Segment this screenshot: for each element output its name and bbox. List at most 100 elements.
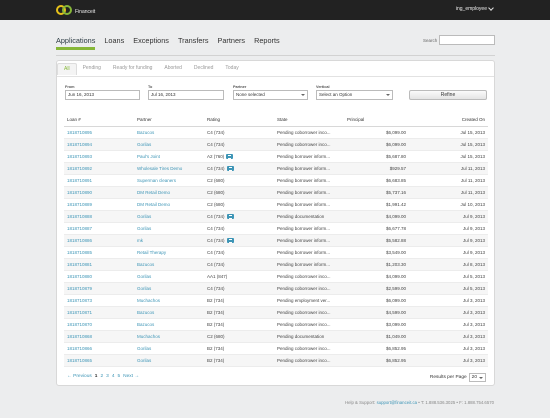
prev-page-link[interactable]: ← Previous: [67, 374, 92, 379]
partner-link[interactable]: DM Retail Demo: [137, 190, 170, 195]
partner-link[interactable]: Gorilas: [137, 286, 151, 291]
loan-number-link[interactable]: 1818710894: [67, 142, 92, 147]
table-row[interactable]: 1818710866 Gorilas B2 (734) Pending coborro…: [64, 342, 488, 355]
rating-value: C4 (734): [207, 261, 225, 267]
loan-number-link[interactable]: 1818710891: [67, 178, 92, 183]
page-4[interactable]: 4: [112, 374, 115, 379]
partner-link[interactable]: Gorilas: [137, 214, 151, 219]
nav-transfers[interactable]: Transfers: [178, 36, 209, 50]
partner-link[interactable]: Retail Therapy: [137, 250, 166, 255]
table-row[interactable]: 1818710894 Gorilas C4 (734) Pending coborro…: [64, 138, 488, 151]
refine-button[interactable]: Refine: [409, 90, 487, 100]
credit-report-icon[interactable]: [226, 153, 234, 159]
nav-partners[interactable]: Partners: [218, 36, 246, 50]
tab-today[interactable]: Today: [219, 63, 244, 75]
search-input[interactable]: [439, 35, 496, 45]
loan-number-link[interactable]: 1818710870: [67, 322, 92, 327]
credit-report-icon[interactable]: [226, 213, 234, 219]
table-row[interactable]: 1818710870 Bazucos B2 (734) Pending coborro…: [64, 318, 488, 331]
partner-link[interactable]: Gorilas: [137, 142, 151, 147]
results-per-page-select[interactable]: 20: [468, 373, 486, 382]
nav-loans[interactable]: Loans: [104, 36, 124, 50]
table-row[interactable]: 1818710889 DM Retail Demo C2 (680) Pending …: [64, 198, 488, 211]
col-partner[interactable]: Partner: [134, 114, 204, 127]
col-principal[interactable]: Principal: [344, 114, 409, 127]
partner-link[interactable]: Bazucos: [137, 322, 154, 327]
table-row[interactable]: 1818710886 mk C4 (734) Pending borrower inf…: [64, 234, 488, 247]
table-row[interactable]: 1818710893 Paul's Joint A2 (760) Pending bo…: [64, 150, 488, 163]
credit-report-icon[interactable]: [226, 165, 234, 171]
table-row[interactable]: 1818710887 Gorilas C4 (734) Pending borrowe…: [64, 222, 488, 235]
loan-number-link[interactable]: 1818710873: [67, 298, 92, 303]
next-page-link[interactable]: Next →: [123, 374, 139, 379]
loan-number-link[interactable]: 1818710885: [67, 250, 92, 255]
user-menu[interactable]: ing_employee: [456, 5, 494, 12]
loan-number-link[interactable]: 1818710893: [67, 154, 92, 159]
col-rating[interactable]: Rating: [204, 114, 274, 127]
loan-number-link[interactable]: 1818710886: [67, 238, 92, 243]
partner-link[interactable]: Bazucos: [137, 262, 154, 267]
table-row[interactable]: 1818710891 Superman cleaners C2 (680) Pendi…: [64, 174, 488, 187]
loan-number-link[interactable]: 1818710871: [67, 310, 92, 315]
table-row[interactable]: 1818710881 Bazucos C4 (734) Pending borrowe…: [64, 258, 488, 271]
table-row[interactable]: 1818710885 Retail Therapy C4 (734) Pending …: [64, 246, 488, 259]
col-loan-number[interactable]: Loan #: [64, 114, 134, 127]
nav-reports[interactable]: Reports: [254, 36, 280, 50]
loan-number-link[interactable]: 1818710879: [67, 286, 92, 291]
partner-link[interactable]: Bazucos: [137, 130, 154, 135]
partner-link[interactable]: mk: [137, 238, 143, 243]
tab-declined[interactable]: Declined: [188, 63, 219, 75]
table-row[interactable]: 1818710890 DM Retail Demo C2 (680) Pending …: [64, 186, 488, 199]
partner-link[interactable]: Bazucos: [137, 310, 154, 315]
partner-link[interactable]: Muchachos: [137, 298, 160, 303]
table-row[interactable]: 1818710871 Bazucos B2 (734) Pending coborro…: [64, 306, 488, 319]
tab-pending[interactable]: Pending: [77, 63, 107, 75]
page-1[interactable]: 1: [95, 374, 98, 379]
from-date-input[interactable]: Jun 16, 2013: [65, 90, 140, 100]
table-row[interactable]: 1818710880 Gorilas AA1 (847) Pending coborr…: [64, 270, 488, 283]
page-2[interactable]: 2: [100, 374, 103, 379]
table-row[interactable]: 1818710873 Muchachos B2 (734) Pending emplo…: [64, 294, 488, 307]
page-5[interactable]: 5: [117, 374, 120, 379]
table-row[interactable]: 1818710865 Gorilas B2 (734) Pending coborro…: [64, 354, 488, 367]
loan-number-link[interactable]: 1818710889: [67, 202, 92, 207]
tab-ready-for-funding[interactable]: Ready for funding: [107, 63, 158, 75]
loan-number-link[interactable]: 1818710865: [67, 358, 92, 363]
to-date-input[interactable]: Jul 16, 2013: [148, 90, 224, 100]
loan-number-link[interactable]: 1818710868: [67, 334, 92, 339]
col-state[interactable]: State: [274, 114, 344, 127]
partner-link[interactable]: Gorilas: [137, 226, 151, 231]
table-row[interactable]: 1818710892 Wholesale Tires Demo C4 (734) Pe…: [64, 162, 488, 175]
partner-link[interactable]: Superman cleaners: [137, 178, 176, 183]
partner-link[interactable]: Gorilas: [137, 274, 151, 279]
table-row[interactable]: 1818710868 Muchachos C2 (680) Pending docum…: [64, 330, 488, 343]
brand-logo[interactable]: Financeit: [56, 4, 95, 16]
credit-report-icon[interactable]: [226, 237, 234, 243]
loan-number-link[interactable]: 1818710866: [67, 346, 92, 351]
partner-link[interactable]: Wholesale Tires Demo: [137, 166, 182, 171]
partner-link[interactable]: Gorilas: [137, 346, 151, 351]
partner-link[interactable]: DM Retail Demo: [137, 202, 170, 207]
loan-number-link[interactable]: 1818710880: [67, 274, 92, 279]
loan-number-link[interactable]: 1818710881: [67, 262, 92, 267]
nav-applications[interactable]: Applications: [56, 36, 96, 50]
partner-select[interactable]: None selected: [233, 90, 308, 100]
loan-number-link[interactable]: 1818710888: [67, 214, 92, 219]
table-row[interactable]: 1818710895 Bazucos C4 (734) Pending coborro…: [64, 126, 488, 139]
partner-link[interactable]: Muchachos: [137, 334, 160, 339]
nav-exceptions[interactable]: Exceptions: [133, 36, 169, 50]
table-row[interactable]: 1818710879 Gorilas C4 (734) Pending coborro…: [64, 282, 488, 295]
table-row[interactable]: 1818710888 Gorilas C4 (734) Pending documen…: [64, 210, 488, 223]
loan-number-link[interactable]: 1818710890: [67, 190, 92, 195]
loan-number-link[interactable]: 1818710892: [67, 166, 92, 171]
partner-link[interactable]: Gorilas: [137, 358, 151, 363]
loan-number-link[interactable]: 1818710887: [67, 226, 92, 231]
support-email-link[interactable]: support@financeit.ca: [377, 400, 417, 405]
vertical-select[interactable]: Select an Option: [316, 90, 393, 100]
page-3[interactable]: 3: [106, 374, 109, 379]
tab-aborted[interactable]: Aborted: [158, 63, 188, 75]
loan-number-link[interactable]: 1818710895: [67, 130, 92, 135]
tab-all[interactable]: All: [57, 63, 77, 75]
col-created-on[interactable]: Created On: [409, 114, 488, 127]
partner-link[interactable]: Paul's Joint: [137, 154, 160, 159]
